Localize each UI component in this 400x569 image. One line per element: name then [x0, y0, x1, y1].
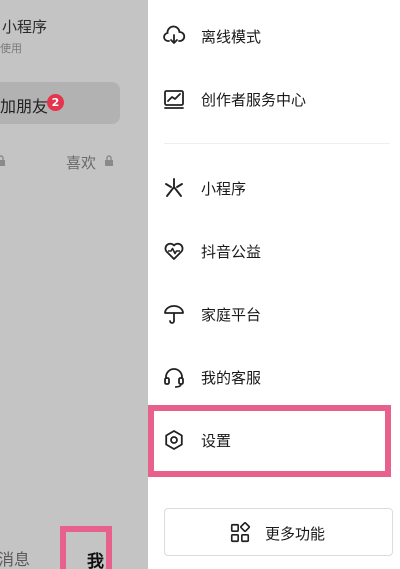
nav-me-tab[interactable]: 我 [87, 547, 104, 569]
menu-label: 设置 [201, 432, 232, 450]
umbrella-icon [164, 305, 184, 324]
friend-request-badge: 2 [47, 94, 64, 111]
gear-icon [165, 430, 183, 450]
cloud-download-icon [163, 25, 186, 44]
chart-icon [164, 90, 184, 109]
menu-item-offline-mode[interactable]: 离线模式 [148, 14, 400, 58]
menu-item-creator-center[interactable]: 创作者服务中心 [148, 77, 400, 121]
grid-icon [230, 522, 251, 543]
menu-label: 创作者服务中心 [201, 91, 307, 109]
menu-label: 离线模式 [201, 28, 262, 46]
nav-messages-tab[interactable]: 消息 [0, 546, 30, 569]
mini-program-icon [165, 178, 183, 197]
menu-label: 抖音公益 [201, 243, 262, 261]
menu-item-settings[interactable]: 设置 [148, 418, 400, 462]
more-features-label: 更多功能 [265, 525, 326, 543]
background-profile-page: 小程序 使用 加朋友 2 喜欢 消息 我 [0, 0, 148, 569]
mini-program-subtitle: 使用 [0, 42, 22, 55]
add-friend-button[interactable]: 加朋友 2 [0, 82, 120, 124]
menu-divider [164, 143, 390, 144]
likes-tab[interactable]: 喜欢 [66, 152, 96, 173]
lock-icon [105, 155, 113, 166]
side-drawer: 离线模式 创作者服务中心 小程序 抖音公益 家庭平台 我的客服 设置 更多功能 [148, 0, 400, 569]
menu-label: 小程序 [201, 180, 247, 198]
add-friend-label: 加朋友 [0, 97, 49, 116]
lock-icon [0, 155, 5, 166]
nav-me-highlight[interactable]: 我 [60, 526, 112, 569]
more-features-button[interactable]: 更多功能 [164, 508, 393, 556]
menu-label: 我的客服 [201, 369, 262, 387]
menu-label: 家庭平台 [201, 306, 262, 324]
menu-item-mini-programs[interactable]: 小程序 [148, 166, 400, 210]
mini-program-title: 小程序 [2, 18, 48, 36]
heart-icon [164, 242, 184, 260]
headset-icon [164, 368, 184, 388]
menu-item-family-platform[interactable]: 家庭平台 [148, 292, 400, 336]
menu-item-customer-service[interactable]: 我的客服 [148, 355, 400, 399]
menu-item-charity[interactable]: 抖音公益 [148, 229, 400, 273]
